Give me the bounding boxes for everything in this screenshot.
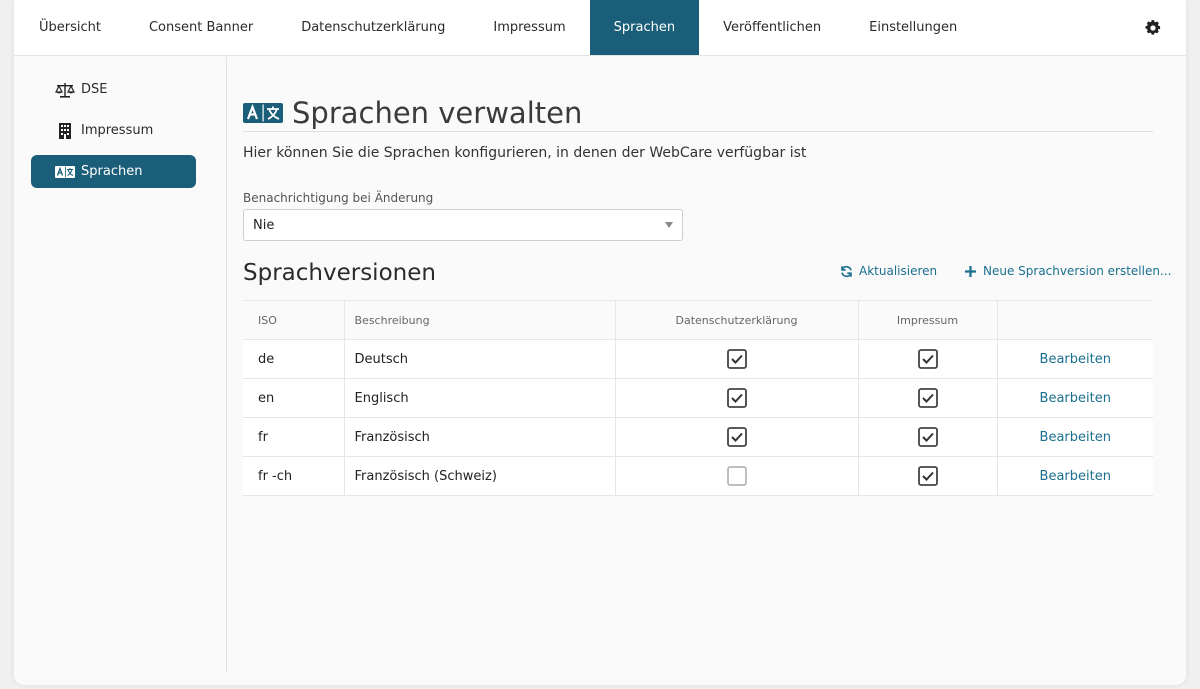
sidebar-item-imprint[interactable]: Impressum [31, 114, 196, 147]
cell-description: Französisch [343, 417, 615, 457]
cell-actions: Bearbeiten [996, 417, 1153, 457]
tab-consent-banner[interactable]: Consent Banner [125, 0, 277, 55]
cell-iso: de [243, 339, 344, 379]
cell-privacy-policy [614, 378, 858, 418]
sidebar-item-label: Impressum [81, 123, 154, 138]
imprint-checkbox[interactable] [917, 388, 938, 408]
sidebar-item-label: DSE [81, 82, 108, 97]
cell-privacy-policy [614, 417, 858, 457]
privacy-policy-checkbox[interactable] [726, 427, 747, 447]
imprint-checkbox[interactable] [917, 427, 938, 447]
table-row: fr -ch Französisch (Schweiz) Bearbeiten [243, 456, 1153, 496]
gear-icon[interactable] [1144, 19, 1162, 37]
create-language-label: Neue Sprachversion erstellen... [983, 264, 1172, 278]
notification-select-value: Nie [253, 217, 275, 233]
language-icon [243, 103, 283, 123]
notification-select[interactable]: Nie [243, 209, 683, 241]
header-actions [996, 300, 1153, 340]
page-title-text: Sprachen verwalten [292, 96, 583, 130]
app-window: Übersicht Consent Banner Datenschutzerkl… [14, 0, 1186, 685]
refresh-button[interactable]: Aktualisieren [840, 263, 937, 279]
table-row: de Deutsch Bearbeiten [243, 339, 1153, 379]
edit-link[interactable]: Bearbeiten [1040, 391, 1111, 406]
tab-languages[interactable]: Sprachen [589, 0, 700, 55]
page-description: Hier können Sie die Sprachen konfigurier… [243, 145, 807, 161]
title-divider [243, 131, 1153, 132]
imprint-checkbox[interactable] [917, 349, 938, 369]
table-row: en Englisch Bearbeiten [243, 378, 1153, 418]
cell-privacy-policy [614, 339, 858, 379]
edit-link[interactable]: Bearbeiten [1040, 352, 1111, 367]
cell-iso: fr -ch [243, 456, 344, 496]
cell-description: Englisch [343, 378, 615, 418]
language-icon [55, 164, 75, 180]
top-navigation: Übersicht Consent Banner Datenschutzerkl… [14, 0, 1186, 56]
privacy-policy-checkbox[interactable] [726, 388, 747, 408]
sidebar-item-label: Sprachen [81, 164, 143, 179]
header-imprint: Impressum [857, 300, 997, 340]
sidebar-item-dse[interactable]: DSE [31, 73, 196, 106]
building-icon [55, 122, 75, 139]
privacy-policy-checkbox[interactable] [726, 349, 747, 369]
sidebar-item-languages[interactable]: Sprachen [31, 155, 196, 188]
notification-label: Benachrichtigung bei Änderung [243, 191, 434, 205]
create-language-button[interactable]: Neue Sprachversion erstellen... [964, 263, 1171, 279]
cell-imprint [857, 378, 997, 418]
sidebar: DSE Impressum Sprachen [14, 57, 227, 673]
header-iso: ISO [243, 300, 344, 340]
chevron-down-icon [665, 222, 673, 228]
cell-description: Deutsch [343, 339, 615, 379]
cell-actions: Bearbeiten [996, 456, 1153, 496]
edit-link[interactable]: Bearbeiten [1040, 469, 1111, 484]
edit-link[interactable]: Bearbeiten [1040, 430, 1111, 445]
cell-imprint [857, 456, 997, 496]
cell-description: Französisch (Schweiz) [343, 456, 615, 496]
page-title: Sprachen verwalten [243, 93, 1153, 133]
privacy-policy-checkbox[interactable] [726, 466, 747, 486]
refresh-label: Aktualisieren [859, 264, 938, 278]
tab-overview[interactable]: Übersicht [14, 0, 125, 55]
cell-actions: Bearbeiten [996, 339, 1153, 379]
cell-imprint [857, 339, 997, 379]
cell-privacy-policy [614, 456, 858, 496]
cell-iso: en [243, 378, 344, 418]
table-row: fr Französisch Bearbeiten [243, 417, 1153, 457]
tab-imprint[interactable]: Impressum [469, 0, 589, 55]
tab-settings[interactable]: Einstellungen [845, 0, 981, 55]
imprint-checkbox[interactable] [917, 466, 938, 486]
cell-imprint [857, 417, 997, 457]
language-table: ISO Beschreibung Datenschutzerklärung Im… [243, 300, 1153, 496]
header-privacy-policy: Datenschutzerklärung [614, 300, 858, 340]
scale-icon [55, 82, 75, 98]
header-description: Beschreibung [343, 300, 615, 340]
table-header-row: ISO Beschreibung Datenschutzerklärung Im… [243, 300, 1153, 340]
plus-icon [964, 265, 977, 277]
refresh-icon [841, 265, 852, 277]
tab-privacy-policy[interactable]: Datenschutzerklärung [277, 0, 469, 55]
section-title: Sprachversionen [243, 260, 436, 286]
tab-publish[interactable]: Veröffentlichen [699, 0, 845, 55]
cell-iso: fr [243, 417, 344, 457]
cell-actions: Bearbeiten [996, 378, 1153, 418]
